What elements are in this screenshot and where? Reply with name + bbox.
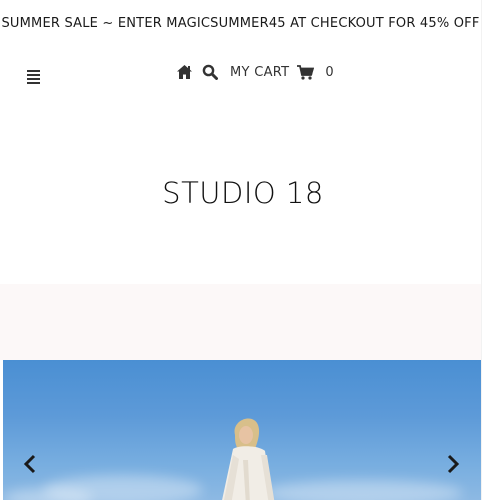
hero-slideshow[interactable]	[3, 360, 481, 500]
menu-line	[27, 74, 40, 76]
header-nav: MY CART 0	[176, 62, 334, 82]
menu-line	[27, 70, 40, 72]
my-cart-link[interactable]: MY CART 0	[230, 65, 334, 80]
cart-icon	[297, 64, 315, 80]
slideshow-next-button[interactable]	[445, 453, 461, 475]
store-logo[interactable]: STUDIO 18	[0, 176, 481, 210]
hamburger-menu-icon[interactable]	[27, 70, 41, 84]
cart-label: MY CART	[230, 64, 290, 80]
chevron-right-icon	[447, 454, 460, 474]
hero-model-image	[222, 418, 275, 500]
promo-text: SUMMER SALE ~ ENTER MAGICSUMMER45 AT CHE…	[1, 15, 480, 31]
menu-line	[27, 82, 40, 84]
page: SUMMER SALE ~ ENTER MAGICSUMMER45 AT CHE…	[0, 0, 500, 500]
home-icon[interactable]	[176, 64, 193, 80]
store-page: SUMMER SALE ~ ENTER MAGICSUMMER45 AT CHE…	[0, 0, 481, 500]
section-band	[0, 284, 481, 360]
slideshow-prev-button[interactable]	[22, 453, 38, 475]
search-icon[interactable]	[202, 64, 218, 80]
menu-line	[27, 78, 40, 80]
chevron-left-icon	[23, 454, 36, 474]
cart-count: 0	[325, 64, 334, 80]
cloud	[263, 480, 463, 500]
promo-bar[interactable]: SUMMER SALE ~ ENTER MAGICSUMMER45 AT CHE…	[0, 0, 481, 46]
page-scrollbar[interactable]	[481, 0, 500, 500]
